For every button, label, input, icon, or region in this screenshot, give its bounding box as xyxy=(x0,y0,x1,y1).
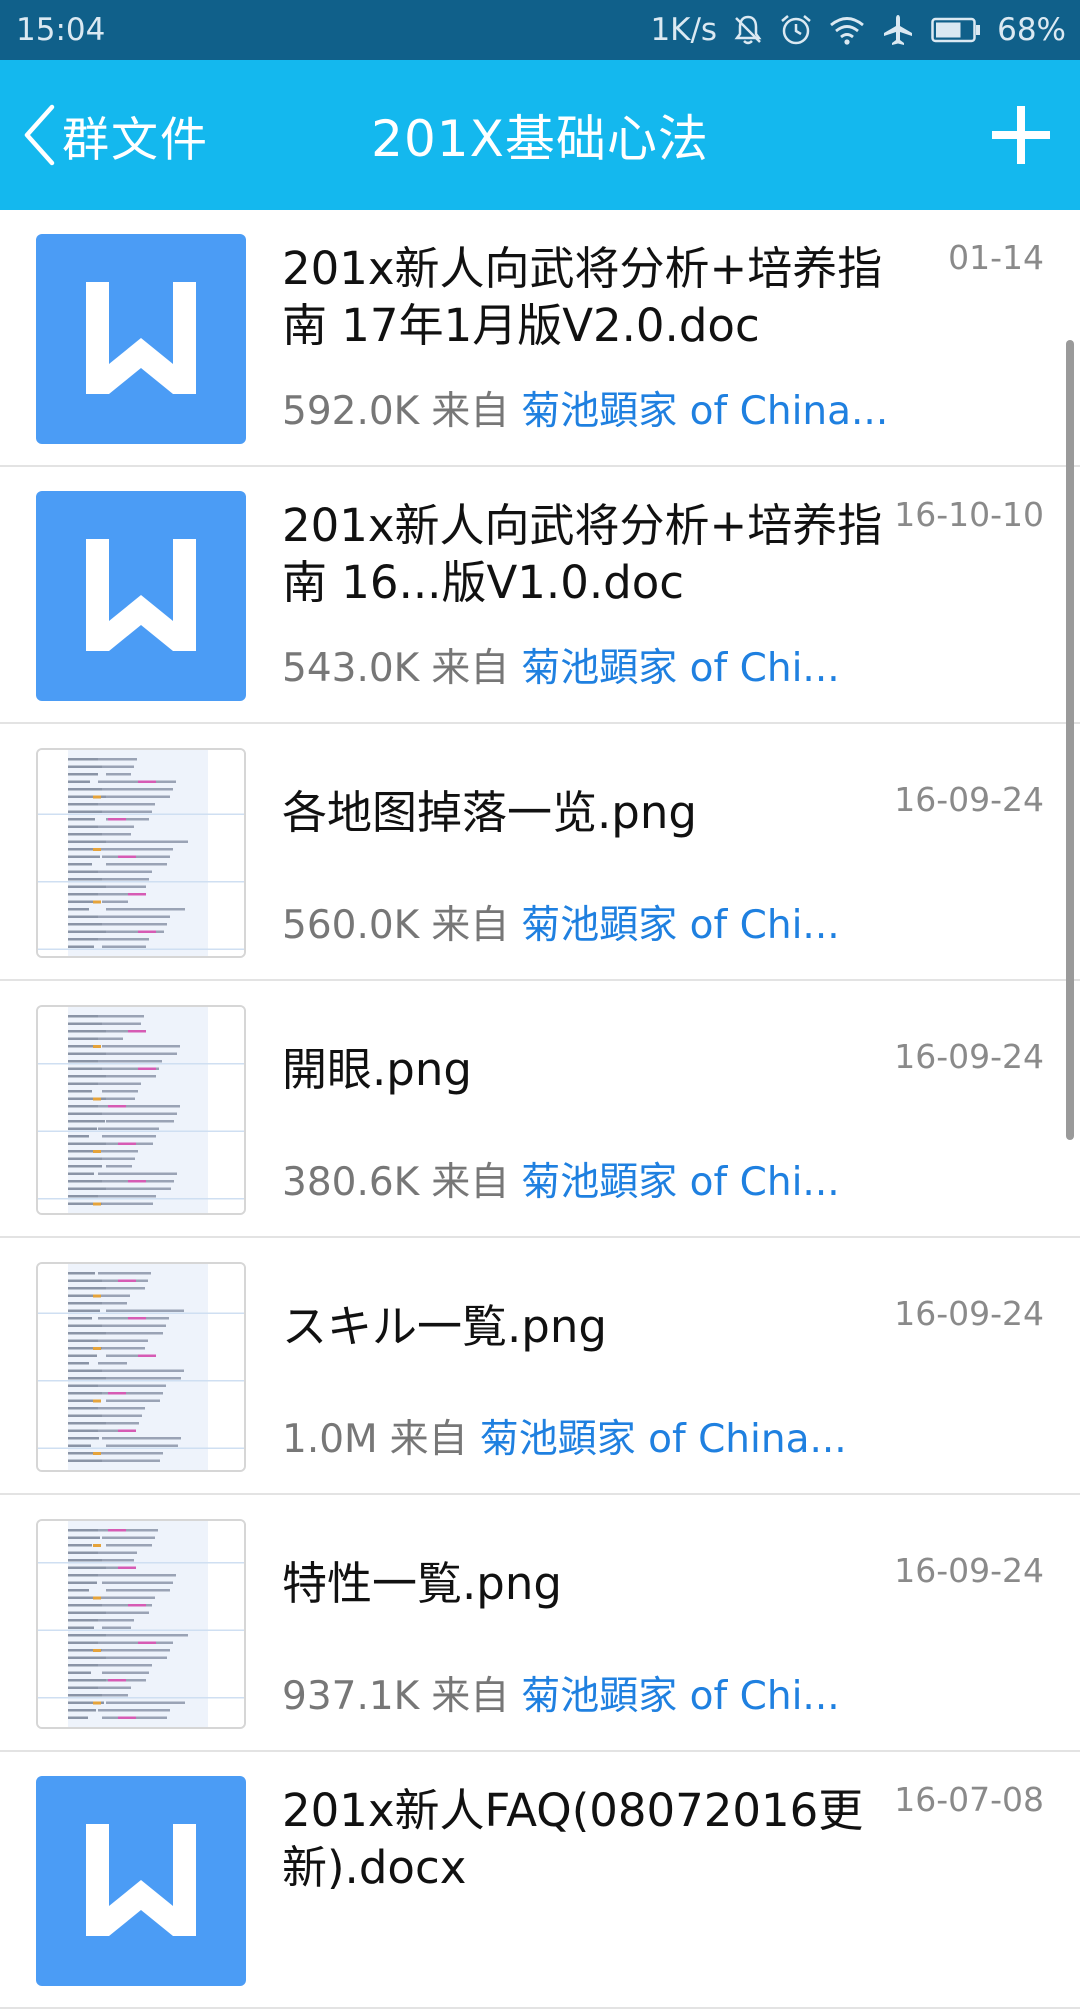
file-row[interactable]: 各地图掉落一览.png 560.0K 来自 菊池顕家 of Chi... 16-09-2… xyxy=(0,724,1080,981)
status-time: 15:04 xyxy=(16,12,106,48)
file-meta: 380.6K 来自 菊池顕家 of Chi... xyxy=(282,1151,902,1207)
wifi-icon xyxy=(829,15,865,45)
file-row[interactable]: 開眼.png 380.6K 来自 菊池顕家 of Chi... 16-09-24 xyxy=(0,981,1080,1238)
file-size: 1.0M xyxy=(282,1417,378,1462)
file-date: 16-09-24 xyxy=(894,780,1044,819)
uploader-link[interactable]: 菊池顕家 of Chi... xyxy=(521,646,839,691)
from-label: 来自 xyxy=(431,646,510,691)
nav-bar: 群文件 201X基础心法 xyxy=(0,60,1080,210)
file-size: 937.1K xyxy=(282,1674,420,1719)
file-meta: 592.0K 来自 菊池顕家 of China... xyxy=(282,380,902,436)
uploader-link[interactable]: 菊池顕家 of Chi... xyxy=(521,903,839,948)
word-doc-icon xyxy=(36,1776,246,1986)
from-label: 来自 xyxy=(431,1160,510,1205)
file-size: 380.6K xyxy=(282,1160,420,1205)
file-meta: 560.0K 来自 菊池顕家 of Chi... xyxy=(282,894,902,950)
file-name: 特性一覧.png xyxy=(282,1557,562,1610)
word-doc-icon xyxy=(36,234,246,444)
file-meta: 543.0K 来自 菊池顕家 of Chi... xyxy=(282,637,902,693)
image-thumbnail xyxy=(36,1519,246,1729)
word-doc-icon xyxy=(36,491,246,701)
file-row[interactable]: 特性一覧.png 937.1K 来自 菊池顕家 of Chi... 16-09-24 xyxy=(0,1495,1080,1752)
file-name: スキル一覧.png xyxy=(282,1300,607,1353)
uploader-link[interactable]: 菊池顕家 of Chi... xyxy=(521,1674,839,1719)
bell-off-icon xyxy=(733,14,763,46)
file-name: 各地图掉落一览.png xyxy=(282,786,697,839)
file-size: 592.0K xyxy=(282,389,420,434)
battery-icon xyxy=(931,17,981,43)
file-row[interactable]: 201x新人向武将分析+培养指南 16...版V1.0.doc 543.0K 来自菊… xyxy=(0,467,1080,724)
file-date: 01-14 xyxy=(948,238,1044,277)
file-row[interactable]: 201x新人FAQ(08072016更新).docx 16-07-08 xyxy=(0,1752,1080,2009)
file-date: 16-09-24 xyxy=(894,1551,1044,1590)
file-list: 201x新人向武将分析+培养指南 17年1月版V2.0.doc 592.0K 来自菊… xyxy=(0,210,1080,2009)
add-file-button[interactable] xyxy=(990,104,1052,166)
from-label: 来自 xyxy=(431,903,510,948)
scrollbar[interactable] xyxy=(1066,340,1074,1140)
battery-fill xyxy=(936,22,961,38)
back-label: 群文件 xyxy=(62,112,209,168)
chevron-left-icon xyxy=(24,104,55,166)
file-row[interactable]: スキル一覧.png 1.0M 来自 菊池顕家 of China... 16-09-24 xyxy=(0,1238,1080,1495)
back-button[interactable]: 群文件 xyxy=(22,60,209,210)
file-date: 16-09-24 xyxy=(894,1037,1044,1076)
image-thumbnail xyxy=(36,748,246,958)
from-label: 来自 xyxy=(431,1674,510,1719)
file-row[interactable]: 201x新人向武将分析+培养指南 17年1月版V2.0.doc 592.0K 来自菊… xyxy=(0,210,1080,467)
file-name: 201x新人向武将分析+培养指南 17年1月版V2.0.doc xyxy=(282,242,883,352)
image-thumbnail xyxy=(36,1005,246,1215)
battery-percent: 68% xyxy=(997,12,1066,48)
airplane-icon xyxy=(881,13,915,47)
network-speed: 1K/s xyxy=(650,12,718,48)
file-name: 201x新人向武将分析+培养指南 16...版V1.0.doc xyxy=(282,499,883,609)
plus-icon xyxy=(992,106,1050,164)
from-label: 来自 xyxy=(431,389,510,434)
from-label: 来自 xyxy=(389,1417,468,1462)
file-name: 開眼.png xyxy=(282,1043,472,1096)
file-meta: 1.0M 来自 菊池顕家 of China... xyxy=(282,1408,902,1464)
uploader-link[interactable]: 菊池顕家 of Chi... xyxy=(521,1160,839,1205)
file-meta xyxy=(282,1922,902,1967)
file-size: 543.0K xyxy=(282,646,420,691)
file-date: 16-07-08 xyxy=(894,1780,1044,1819)
uploader-link[interactable]: 菊池顕家 of China... xyxy=(480,1417,847,1462)
image-thumbnail xyxy=(36,1262,246,1472)
uploader-link[interactable]: 菊池顕家 of China... xyxy=(521,389,888,434)
status-bar: 15:04 1K/s 68% xyxy=(0,0,1080,60)
status-icons: 1K/s 68% xyxy=(650,12,1066,48)
alarm-icon xyxy=(779,13,813,47)
file-meta: 937.1K 来自 菊池顕家 of Chi... xyxy=(282,1665,902,1721)
file-size: 560.0K xyxy=(282,903,420,948)
file-date: 16-09-24 xyxy=(894,1294,1044,1333)
file-date: 16-10-10 xyxy=(894,495,1044,534)
file-name: 201x新人FAQ(08072016更新).docx xyxy=(282,1784,864,1894)
